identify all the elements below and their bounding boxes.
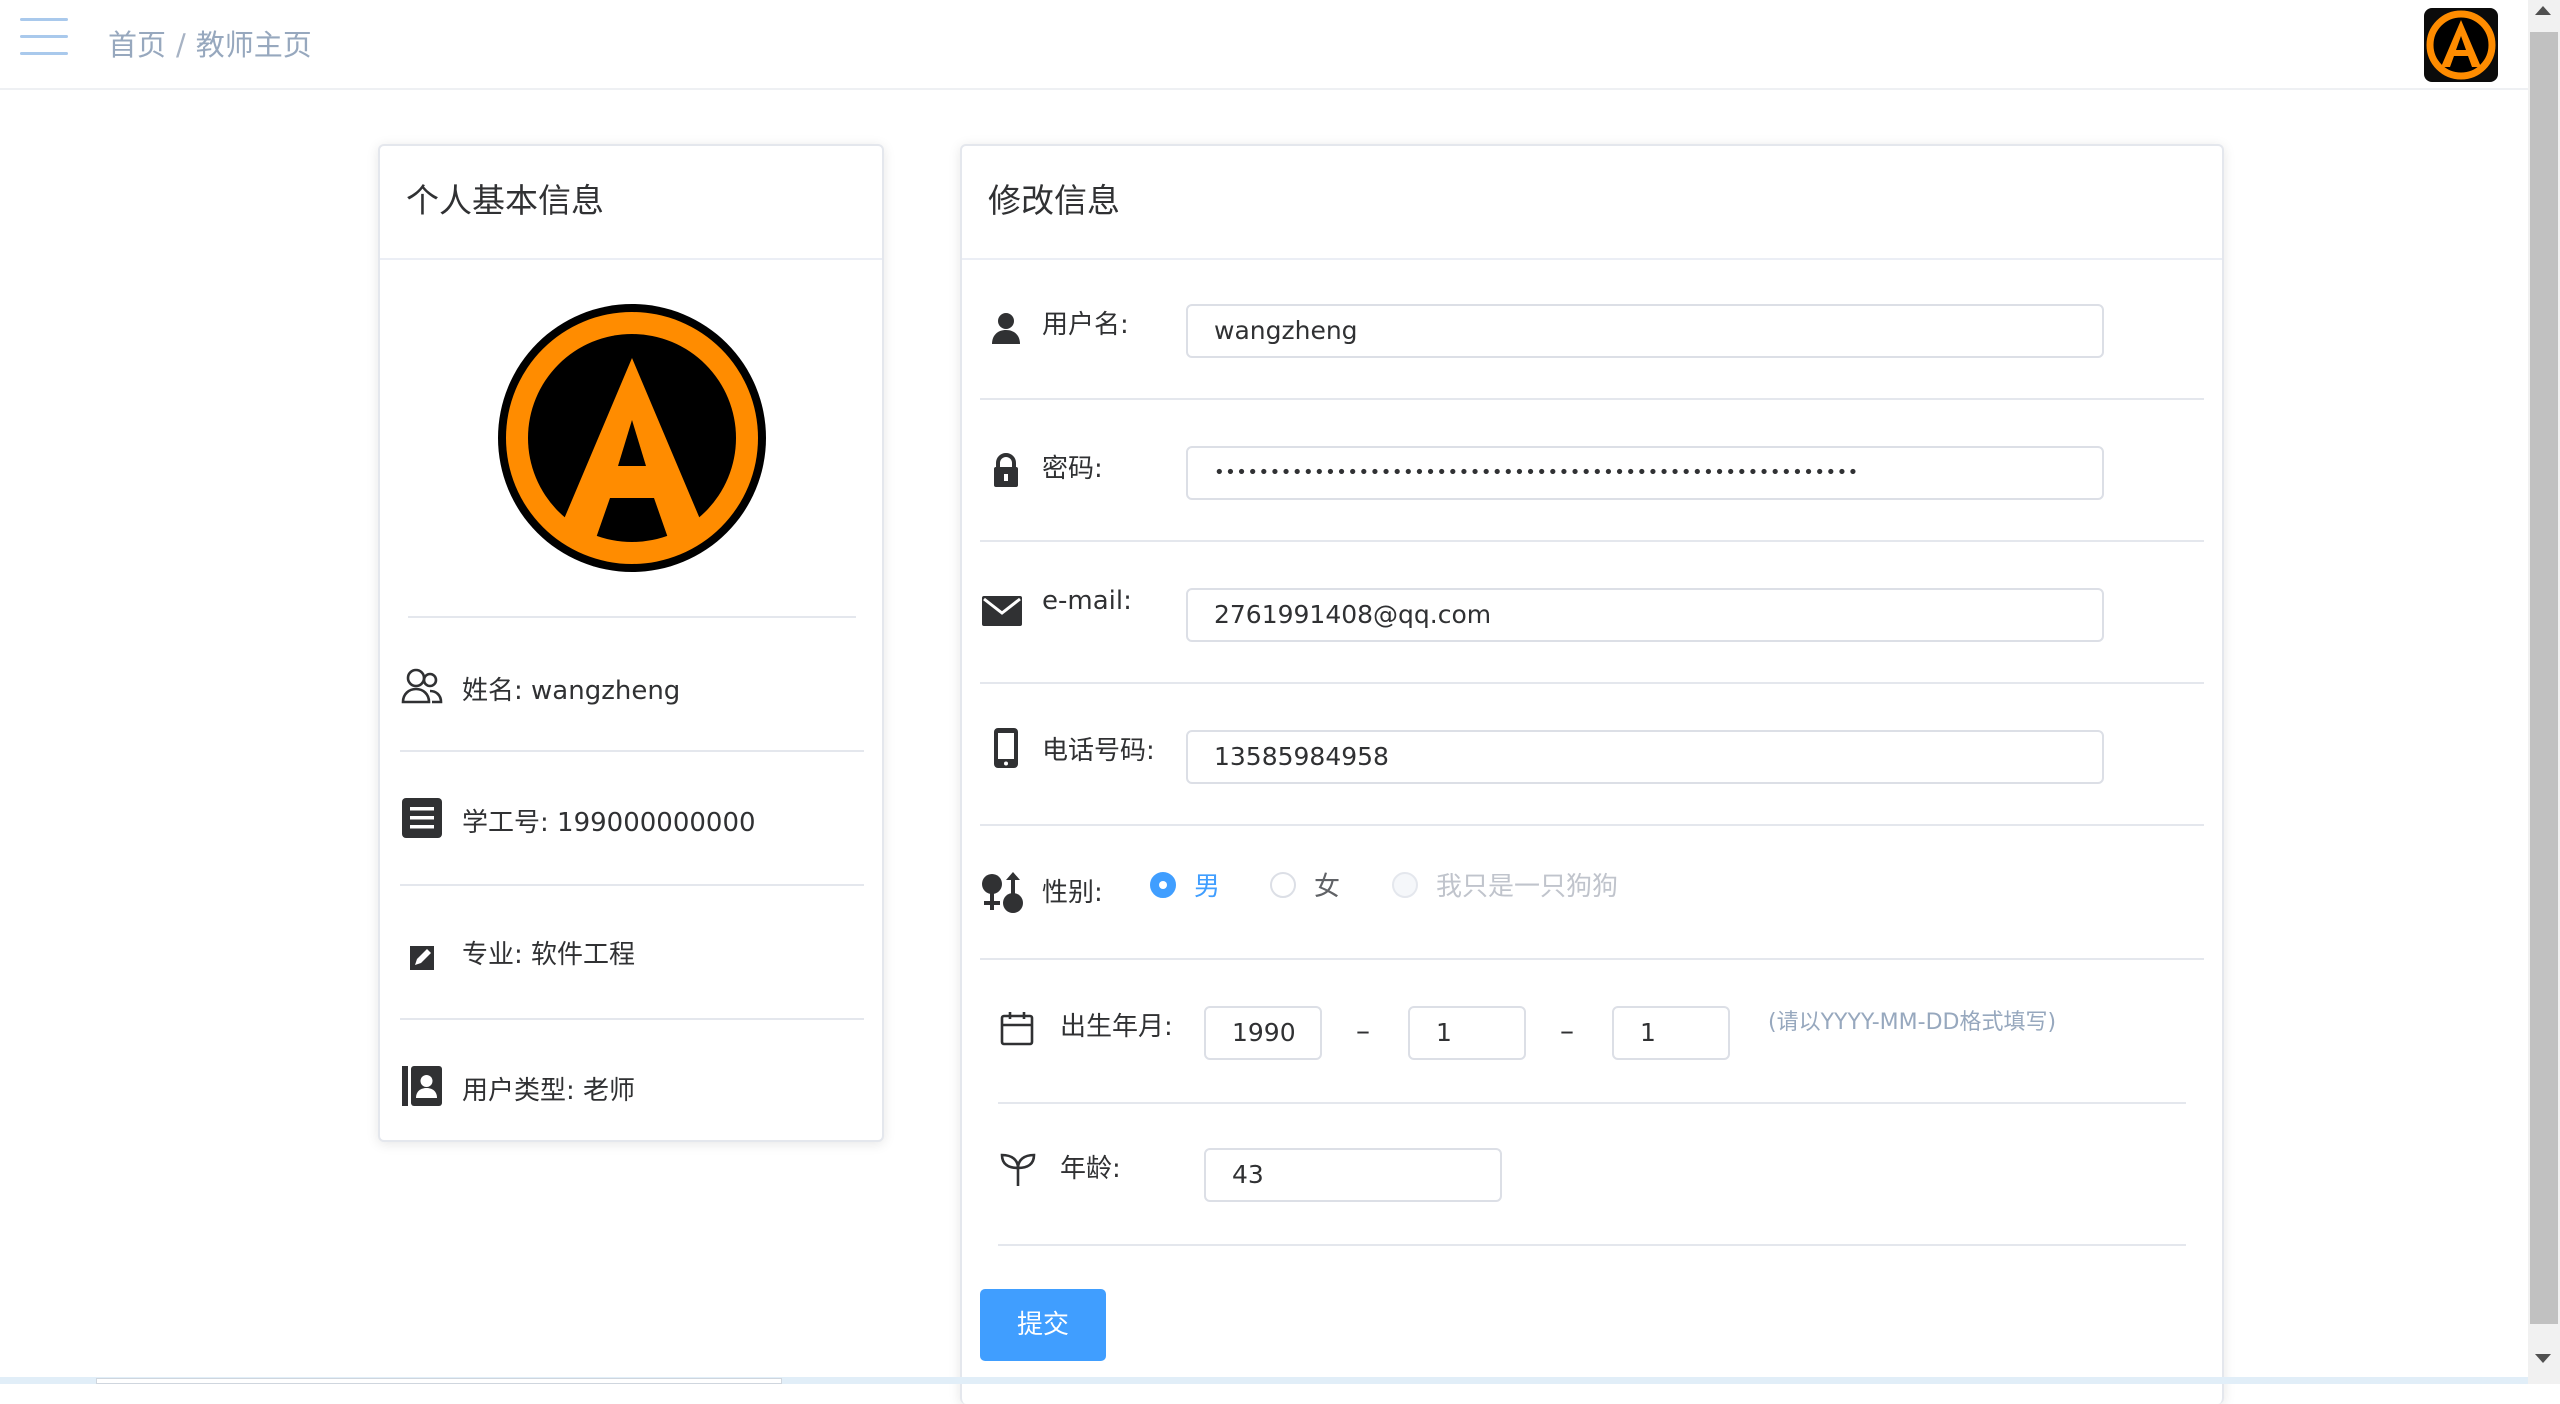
username-label: 用户名: bbox=[1042, 310, 1129, 340]
top-navbar: 首页 / 教师主页 bbox=[0, 0, 2528, 90]
calendar-icon bbox=[998, 1008, 1038, 1048]
scrollbar-thumb[interactable] bbox=[2530, 32, 2558, 1324]
breadcrumb: 首页 / 教师主页 bbox=[108, 22, 312, 64]
birth-year-input[interactable]: 1990 bbox=[1204, 1006, 1322, 1060]
birth-label: 出生年月: bbox=[1060, 1012, 1173, 1042]
form-row-username: 用户名: wangzheng bbox=[980, 258, 2204, 400]
form-row-email: e-mail: 2761991408@qq.com bbox=[980, 542, 2204, 684]
gender-icon bbox=[980, 870, 1026, 916]
scroll-down-arrow-icon[interactable] bbox=[2535, 1354, 2551, 1363]
profile-row-type: 用户类型: 老师 bbox=[400, 1022, 864, 1142]
sprout-icon bbox=[998, 1148, 1038, 1188]
radio-dot[interactable] bbox=[1270, 872, 1296, 898]
document-list-icon bbox=[400, 796, 444, 840]
phone-label: 电话号码: bbox=[1042, 736, 1155, 766]
birth-day-input[interactable]: 1 bbox=[1612, 1006, 1730, 1060]
user-avatar[interactable] bbox=[2424, 8, 2498, 82]
profile-major: 专业: 软件工程 bbox=[462, 940, 636, 970]
profile-avatar bbox=[496, 302, 768, 574]
radio-label: 女 bbox=[1314, 872, 1341, 902]
profile-card-title: 个人基本信息 bbox=[406, 181, 604, 220]
email-input[interactable]: 2761991408@qq.com bbox=[1186, 588, 2104, 642]
profile-card: 个人基本信息 姓名: wangzheng 学工号: 199000000000 专… bbox=[378, 144, 884, 1142]
radio-dot bbox=[1392, 872, 1418, 898]
birth-format-hint: (请以YYYY-MM-DD格式填写) bbox=[1768, 1010, 2057, 1035]
user-icon bbox=[986, 308, 1026, 348]
breadcrumb-home[interactable]: 首页 bbox=[108, 28, 166, 62]
scroll-up-arrow-icon[interactable] bbox=[2535, 6, 2551, 15]
email-label: e-mail: bbox=[1042, 586, 1132, 616]
password-label: 密码: bbox=[1042, 454, 1103, 484]
radio-dot[interactable] bbox=[1150, 872, 1176, 898]
form-row-gender: 性别: 男 女 我只是一只狗狗 bbox=[980, 826, 2204, 960]
edit-icon bbox=[400, 936, 444, 980]
profile-name: 姓名: wangzheng bbox=[462, 676, 681, 706]
age-label: 年龄: bbox=[1060, 1154, 1121, 1184]
horizontal-scrollbar-thumb[interactable] bbox=[96, 1378, 782, 1384]
edit-card-title: 修改信息 bbox=[988, 181, 1120, 220]
mobile-phone-icon bbox=[986, 726, 1026, 768]
hamburger-menu-icon[interactable] bbox=[20, 18, 68, 56]
user-group-icon bbox=[400, 664, 444, 708]
envelope-icon bbox=[982, 590, 1022, 630]
form-row-age: 年龄: 43 bbox=[998, 1104, 2186, 1246]
submit-button[interactable]: 提交 bbox=[980, 1289, 1106, 1361]
phone-input[interactable]: 13585984958 bbox=[1186, 730, 2104, 784]
contact-book-icon bbox=[400, 1064, 444, 1108]
gender-radio-male[interactable]: 男 bbox=[1150, 870, 1230, 902]
profile-row-name: 姓名: wangzheng bbox=[400, 620, 864, 752]
form-row-birth: 出生年月: 1990 – 1 – 1 (请以YYYY-MM-DD格式填写) bbox=[998, 962, 2186, 1104]
lock-icon bbox=[986, 450, 1026, 490]
edit-card-header: 修改信息 bbox=[962, 146, 2222, 260]
profile-row-major: 专业: 软件工程 bbox=[400, 888, 864, 1020]
gender-radio-female[interactable]: 女 bbox=[1270, 870, 1350, 902]
radio-label: 我只是一只狗狗 bbox=[1436, 872, 1619, 902]
profile-staff-id: 学工号: 199000000000 bbox=[462, 808, 756, 838]
gender-label: 性别: bbox=[1042, 878, 1103, 908]
age-input[interactable]: 43 bbox=[1204, 1148, 1502, 1202]
date-dash: – bbox=[1560, 1014, 1574, 1047]
username-input[interactable]: wangzheng bbox=[1186, 304, 2104, 358]
gender-radio-dog: 我只是一只狗狗 bbox=[1392, 870, 1652, 902]
breadcrumb-separator: / bbox=[176, 28, 186, 62]
profile-card-header: 个人基本信息 bbox=[380, 146, 882, 260]
form-row-password: 密码: ••••••••••••••••••••••••••••••••••••… bbox=[980, 400, 2204, 542]
date-dash: – bbox=[1356, 1014, 1370, 1047]
profile-user-type: 用户类型: 老师 bbox=[462, 1076, 636, 1106]
radio-label: 男 bbox=[1194, 872, 1221, 902]
profile-row-id: 学工号: 199000000000 bbox=[400, 754, 864, 886]
divider bbox=[408, 616, 856, 618]
breadcrumb-current: 教师主页 bbox=[195, 28, 312, 62]
form-row-phone: 电话号码: 13585984958 bbox=[980, 684, 2204, 826]
password-input[interactable]: ••••••••••••••••••••••••••••••••••••••••… bbox=[1186, 446, 2104, 500]
birth-month-input[interactable]: 1 bbox=[1408, 1006, 1526, 1060]
